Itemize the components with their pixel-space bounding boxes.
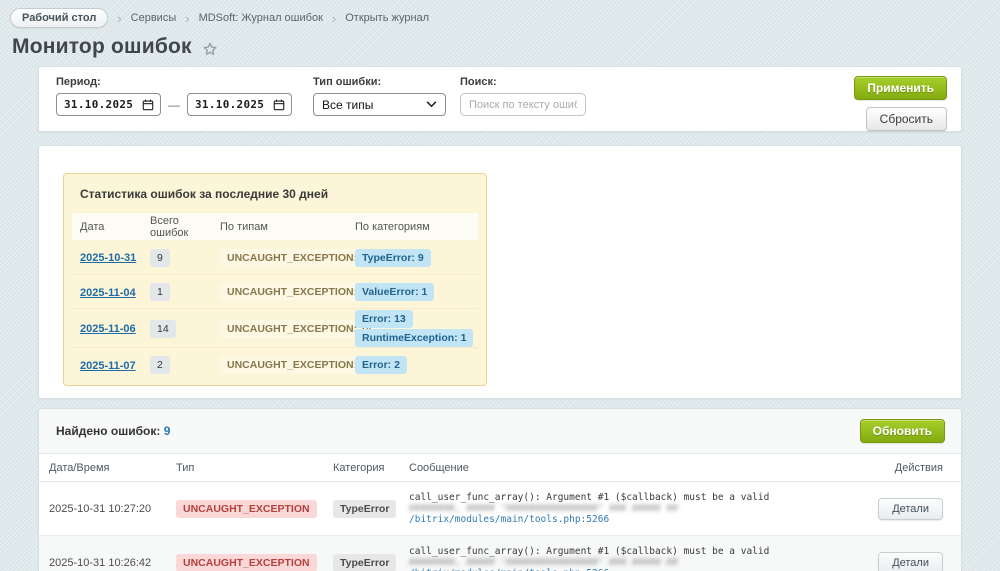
category-count-badge: RuntimeException: 1: [355, 329, 473, 347]
statistics-box: Статистика ошибок за последние 30 дней Д…: [63, 173, 487, 386]
date-to-input[interactable]: 31.10.2025: [187, 93, 292, 116]
error-category-badge: TypeError: [333, 500, 396, 518]
stats-table-row: 2025-10-31 9 UNCAUGHT_EXCEPTION: 9 TypeE…: [72, 240, 478, 274]
stats-categories-cell: Error: 13RuntimeException: 1: [347, 309, 479, 347]
stats-categories-cell: ValueError: 1: [347, 282, 478, 301]
breadcrumb-item-open-journal[interactable]: Открыть журнал: [345, 12, 429, 24]
total-count-badge: 2: [150, 356, 170, 374]
results-panel: Найдено ошибок: 9 Обновить Дата/Время Ти…: [38, 408, 962, 571]
breadcrumb: Рабочий стол › Сервисы › MDSoft: Журнал …: [0, 0, 1000, 28]
search-input[interactable]: [460, 93, 586, 116]
details-button[interactable]: Детали: [878, 552, 943, 571]
search-label: Поиск:: [460, 76, 586, 88]
filter-search-group: Поиск:: [460, 76, 586, 131]
stats-categories-cell: TypeError: 9: [347, 248, 478, 267]
stats-types-cell: UNCAUGHT_EXCEPTION: 9: [212, 248, 347, 267]
chevron-down-icon: [426, 101, 437, 108]
error-message: call_user_func_array(): Argument #1 ($ca…: [409, 546, 859, 571]
stats-types-cell: UNCAUGHT_EXCEPTION: 2: [212, 355, 347, 374]
category-count-badge: Error: 2: [355, 356, 407, 374]
stats-date-link[interactable]: 2025-11-04: [80, 287, 136, 299]
results-columns-row: Дата/Время Тип Категория Сообщение Дейст…: [39, 454, 961, 482]
calendar-icon: [142, 99, 154, 111]
error-type-badge: UNCAUGHT_EXCEPTION: [176, 500, 317, 518]
error-table-row: 2025-10-31 10:27:20 UNCAUGHT_EXCEPTION T…: [39, 482, 961, 536]
breadcrumb-separator-icon: ›: [185, 13, 189, 24]
refresh-button[interactable]: Обновить: [860, 419, 945, 443]
stats-col-types: По типам: [212, 221, 347, 233]
error-table-row: 2025-10-31 10:26:42 UNCAUGHT_EXCEPTION T…: [39, 536, 961, 571]
statistics-header-row: Дата Всего ошибок По типам По категориям: [72, 213, 478, 240]
breadcrumb-item-error-journal[interactable]: MDSoft: Журнал ошибок: [199, 12, 323, 24]
error-message: call_user_func_array(): Argument #1 ($ca…: [409, 492, 859, 525]
stats-table-row: 2025-11-04 1 UNCAUGHT_EXCEPTION: 1 Value…: [72, 274, 478, 308]
stats-col-date: Дата: [72, 221, 142, 233]
total-count-badge: 1: [150, 283, 170, 301]
statistics-title: Статистика ошибок за последние 30 дней: [80, 187, 478, 201]
stats-table-row: 2025-11-06 14 UNCAUGHT_EXCEPTION: 14 Err…: [72, 308, 478, 347]
reset-button[interactable]: Сбросить: [866, 107, 947, 131]
statistics-rows: 2025-10-31 9 UNCAUGHT_EXCEPTION: 9 TypeE…: [72, 240, 478, 381]
found-errors-count: 9: [164, 424, 171, 438]
col-datetime: Дата/Время: [49, 462, 176, 474]
error-message-line1: call_user_func_array(): Argument #1 ($ca…: [409, 492, 769, 503]
error-category-badge: TypeError: [333, 554, 396, 571]
details-button[interactable]: Детали: [878, 498, 943, 520]
error-type-label: Тип ошибки:: [313, 76, 446, 88]
col-actions: Действия: [859, 462, 943, 474]
found-errors-text: Найдено ошибок:: [56, 424, 160, 438]
total-count-badge: 14: [150, 320, 176, 338]
stats-date-link[interactable]: 2025-11-06: [80, 323, 136, 335]
page-title: Монитор ошибок: [12, 35, 192, 59]
calendar-icon: [273, 99, 285, 111]
results-header: Найдено ошибок: 9 Обновить: [39, 409, 961, 454]
error-message-line1: call_user_func_array(): Argument #1 ($ca…: [409, 546, 769, 557]
results-rows: 2025-10-31 10:27:20 UNCAUGHT_EXCEPTION T…: [39, 482, 961, 571]
error-source-link[interactable]: /bitrix/modules/main/tools.php:5266: [409, 514, 609, 525]
stats-col-total: Всего ошибок: [142, 215, 212, 239]
found-errors-label: Найдено ошибок: 9: [56, 424, 170, 438]
error-message-redacted: ########, ##### "################" ### #…: [409, 503, 678, 514]
col-category: Категория: [333, 462, 409, 474]
stats-categories-cell: Error: 2: [347, 355, 478, 374]
date-to-value: 31.10.2025: [195, 98, 264, 111]
category-count-badge: Error: 13: [355, 310, 413, 328]
filter-panel: Период: 31.10.2025 — 31.10.2025: [38, 66, 962, 132]
date-from-input[interactable]: 31.10.2025: [56, 93, 161, 116]
stats-types-cell: UNCAUGHT_EXCEPTION: 1: [212, 282, 347, 301]
breadcrumb-separator-icon: ›: [117, 13, 121, 24]
error-message-redacted: ########, ##### "################" ### #…: [409, 557, 678, 568]
category-count-badge: TypeError: 9: [355, 249, 431, 267]
col-type: Тип: [176, 462, 333, 474]
favorite-star-icon[interactable]: [202, 41, 218, 57]
breadcrumb-item-desktop[interactable]: Рабочий стол: [10, 8, 108, 28]
apply-button[interactable]: Применить: [854, 76, 947, 100]
stats-col-categories: По категориям: [347, 221, 478, 233]
error-type-select[interactable]: Все типы: [313, 93, 446, 116]
date-from-value: 31.10.2025: [64, 98, 133, 111]
breadcrumb-separator-icon: ›: [332, 13, 336, 24]
statistics-panel: Статистика ошибок за последние 30 дней Д…: [38, 145, 962, 399]
category-count-badge: ValueError: 1: [355, 283, 434, 301]
stats-date-link[interactable]: 2025-10-31: [80, 252, 136, 264]
col-message: Сообщение: [409, 462, 859, 474]
error-datetime: 2025-10-31 10:27:20: [49, 503, 176, 515]
stats-date-link[interactable]: 2025-11-07: [80, 360, 136, 372]
stats-table-row: 2025-11-07 2 UNCAUGHT_EXCEPTION: 2 Error…: [72, 347, 478, 381]
error-type-selected-value: Все типы: [322, 98, 373, 112]
date-range-separator: —: [168, 98, 180, 112]
period-label: Период:: [56, 76, 292, 88]
filter-period-group: Период: 31.10.2025 — 31.10.2025: [56, 76, 292, 131]
total-count-badge: 9: [150, 249, 170, 267]
stats-types-cell: UNCAUGHT_EXCEPTION: 14: [212, 319, 347, 338]
error-datetime: 2025-10-31 10:26:42: [49, 557, 176, 569]
breadcrumb-item-services[interactable]: Сервисы: [131, 12, 177, 24]
filter-type-group: Тип ошибки: Все типы: [313, 76, 446, 131]
error-type-badge: UNCAUGHT_EXCEPTION: [176, 554, 317, 571]
